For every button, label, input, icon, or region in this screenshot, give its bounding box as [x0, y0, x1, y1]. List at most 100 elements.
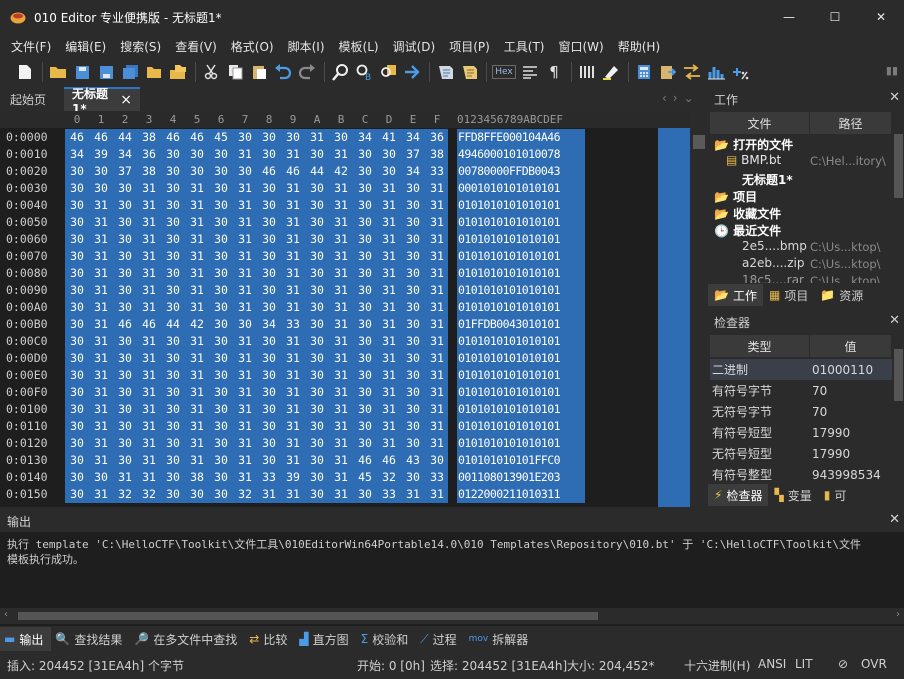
- hex-byte[interactable]: 31: [185, 266, 209, 280]
- save-icon[interactable]: [71, 61, 93, 83]
- hex-byte[interactable]: 31: [329, 419, 353, 433]
- hex-byte[interactable]: 30: [353, 232, 377, 246]
- script-icon[interactable]: [434, 61, 456, 83]
- hex-byte[interactable]: 45: [353, 470, 377, 484]
- hex-byte[interactable]: 30: [401, 385, 425, 399]
- hex-byte[interactable]: 30: [65, 164, 89, 178]
- hex-byte[interactable]: 30: [305, 147, 329, 161]
- status-mode[interactable]: 十六进制(H): [684, 657, 750, 674]
- paste-icon[interactable]: [248, 61, 270, 83]
- hex-row[interactable]: 0:00B0 30 31 46 46 44 42 30 30 34 33 30 31 30 31 30 31 01…: [0, 316, 690, 333]
- hex-row[interactable]: 0:0040 30 31 30 31 30 31 30 31 30 31 30 31 30 31 30 31 01…: [0, 197, 690, 214]
- hex-byte[interactable]: 30: [65, 232, 89, 246]
- hex-byte[interactable]: 30: [257, 300, 281, 314]
- hex-row[interactable]: 0:0050 30 31 30 31 30 31 30 31 30 31 30 31 30 31 30 31 01…: [0, 214, 690, 231]
- status-lock-icon[interactable]: ⊘: [838, 657, 848, 671]
- hex-byte[interactable]: 30: [401, 436, 425, 450]
- minimize-button[interactable]: —: [766, 0, 812, 34]
- hex-byte[interactable]: 30: [209, 215, 233, 229]
- hex-byte[interactable]: 31: [377, 334, 401, 348]
- hex-byte[interactable]: 30: [161, 487, 185, 501]
- hex-byte[interactable]: 30: [353, 198, 377, 212]
- maximize-button[interactable]: ☐: [812, 0, 858, 34]
- hex-byte[interactable]: 31: [281, 402, 305, 416]
- hex-byte[interactable]: 30: [113, 266, 137, 280]
- hex-byte[interactable]: 31: [377, 368, 401, 382]
- hex-byte[interactable]: 30: [353, 181, 377, 195]
- folder-group-icon[interactable]: [167, 61, 189, 83]
- hex-byte[interactable]: 31: [185, 181, 209, 195]
- tab-project[interactable]: ▦ 项目: [763, 284, 814, 306]
- tab-find-in-files[interactable]: 🔎 在多文件中查找: [130, 627, 245, 651]
- undo-icon[interactable]: [272, 61, 294, 83]
- hex-byte[interactable]: 30: [65, 402, 89, 416]
- highlight-icon[interactable]: [600, 61, 622, 83]
- hex-byte[interactable]: 31: [233, 453, 257, 467]
- hex-byte[interactable]: 31: [329, 334, 353, 348]
- file-item-untitled[interactable]: 无标题1*: [742, 171, 793, 188]
- hex-byte[interactable]: 30: [209, 198, 233, 212]
- hex-byte[interactable]: 30: [257, 147, 281, 161]
- hex-byte[interactable]: 31: [185, 300, 209, 314]
- hex-vertical-scrollbar[interactable]: [690, 111, 708, 507]
- hex-byte[interactable]: 31: [425, 266, 449, 280]
- ascii-text[interactable]: 0101010101010101: [458, 419, 561, 433]
- hex-byte[interactable]: 31: [137, 402, 161, 416]
- hex-byte[interactable]: 30: [401, 351, 425, 365]
- hex-byte[interactable]: 30: [401, 181, 425, 195]
- ascii-text[interactable]: 0101010101010101: [458, 283, 561, 297]
- inspector-row[interactable]: 无符号字节 70: [710, 401, 892, 422]
- hex-byte[interactable]: 30: [161, 351, 185, 365]
- hex-byte[interactable]: 30: [209, 334, 233, 348]
- hex-byte[interactable]: 31: [281, 453, 305, 467]
- hex-byte[interactable]: 31: [89, 249, 113, 263]
- hex-byte[interactable]: 30: [209, 147, 233, 161]
- ascii-text[interactable]: 0101010101010101: [458, 368, 561, 382]
- hex-byte[interactable]: 34: [401, 164, 425, 178]
- hex-byte[interactable]: 31: [137, 453, 161, 467]
- tab-variables[interactable]: ▚ 变量: [768, 484, 817, 506]
- hex-byte[interactable]: 31: [89, 436, 113, 450]
- hex-byte[interactable]: 31: [137, 385, 161, 399]
- type-column-header[interactable]: 类型: [710, 335, 810, 357]
- hex-byte[interactable]: 30: [305, 470, 329, 484]
- hex-byte[interactable]: 30: [209, 419, 233, 433]
- hex-byte[interactable]: 31: [425, 351, 449, 365]
- hex-byte[interactable]: 30: [65, 198, 89, 212]
- hex-byte[interactable]: 30: [353, 317, 377, 331]
- hex-byte[interactable]: 30: [257, 181, 281, 195]
- hex-byte[interactable]: 31: [233, 402, 257, 416]
- hex-byte[interactable]: 31: [425, 487, 449, 501]
- ascii-text[interactable]: 0101010101010101: [458, 266, 561, 280]
- hex-byte[interactable]: 30: [209, 164, 233, 178]
- hex-byte[interactable]: 31: [377, 283, 401, 297]
- hex-byte[interactable]: 32: [137, 487, 161, 501]
- hex-byte[interactable]: 30: [353, 215, 377, 229]
- hex-byte[interactable]: 31: [89, 453, 113, 467]
- hex-row[interactable]: 0:0100 30 31 30 31 30 31 30 31 30 31 30 31 30 31 30 31 01…: [0, 401, 690, 418]
- hex-byte[interactable]: 31: [89, 215, 113, 229]
- replace-icon[interactable]: B: [353, 61, 375, 83]
- hex-byte[interactable]: 31: [281, 181, 305, 195]
- hex-byte[interactable]: 30: [161, 470, 185, 484]
- hex-byte[interactable]: 30: [185, 147, 209, 161]
- hex-byte[interactable]: 31: [281, 300, 305, 314]
- hex-byte[interactable]: 31: [233, 198, 257, 212]
- hex-byte[interactable]: 30: [305, 198, 329, 212]
- hex-byte[interactable]: 42: [185, 317, 209, 331]
- hex-byte[interactable]: 30: [65, 385, 89, 399]
- ascii-text[interactable]: FFD8FFE000104A46: [458, 130, 561, 144]
- open-folder-icon[interactable]: [143, 61, 165, 83]
- hex-byte[interactable]: 38: [425, 147, 449, 161]
- menu-scripts[interactable]: 脚本(I): [281, 38, 332, 55]
- hex-byte[interactable]: 31: [281, 436, 305, 450]
- histogram-icon[interactable]: [705, 61, 727, 83]
- output-close-icon[interactable]: ✕: [889, 512, 900, 527]
- hex-byte[interactable]: 30: [209, 487, 233, 501]
- hex-byte[interactable]: 30: [65, 487, 89, 501]
- hex-row[interactable]: 0:0080 30 31 30 31 30 31 30 31 30 31 30 31 30 31 30 31 01…: [0, 265, 690, 282]
- scrollbar-thumb[interactable]: [18, 612, 598, 620]
- hex-byte[interactable]: 30: [401, 402, 425, 416]
- ascii-text[interactable]: 00780000FFDB0043: [458, 164, 561, 178]
- menu-format[interactable]: 格式(O): [224, 38, 281, 55]
